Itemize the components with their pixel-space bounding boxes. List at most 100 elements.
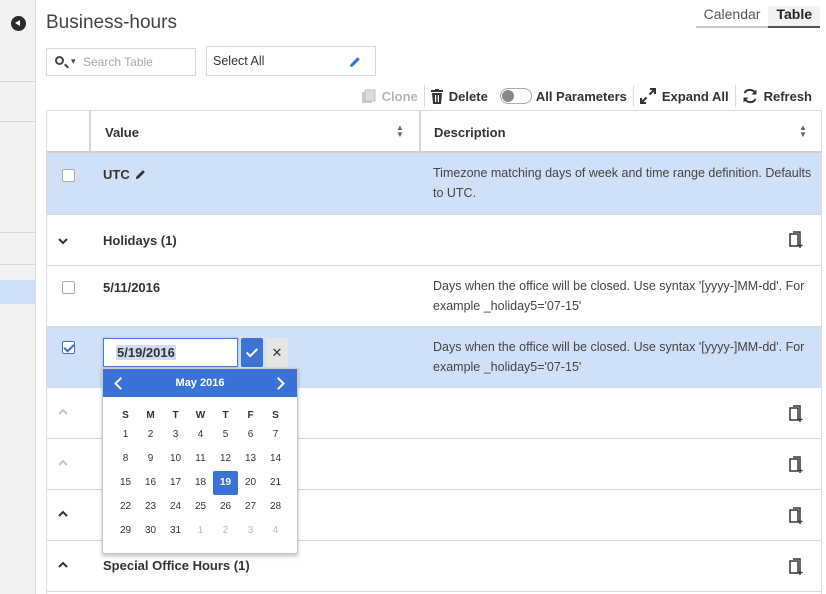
weekday-label: S xyxy=(122,410,129,421)
table-header: Value ▲ ▼ Description ▲ ▼ xyxy=(47,111,821,153)
weekday-label: S xyxy=(272,410,279,421)
row-checkbox[interactable] xyxy=(62,169,75,182)
calendar-day[interactable]: 9 xyxy=(138,447,163,471)
pencil-icon[interactable] xyxy=(349,56,361,68)
calendar-day[interactable]: 10 xyxy=(163,447,188,471)
all-parameters-toggle[interactable]: All Parameters xyxy=(494,84,633,108)
clone-button[interactable]: Clone xyxy=(355,84,424,108)
calendar-day[interactable]: 6 xyxy=(238,423,263,447)
chevron-down-icon[interactable] xyxy=(57,235,69,247)
add-clone-icon[interactable] xyxy=(787,507,803,525)
calendar-day-selected[interactable]: 19 xyxy=(213,471,238,495)
date-picker-header: May 2016 xyxy=(103,369,297,397)
calendar-day[interactable]: 3 xyxy=(163,423,188,447)
trash-icon xyxy=(430,88,443,104)
add-clone-icon[interactable] xyxy=(787,231,803,249)
date-input[interactable]: 5/19/2016 xyxy=(103,338,238,367)
add-clone-icon[interactable] xyxy=(787,558,803,576)
add-clone-icon[interactable] xyxy=(787,456,803,474)
calendar-week: 8 9 10 11 12 13 14 xyxy=(113,447,288,471)
section-row-holidays[interactable]: Holidays (1) xyxy=(47,215,821,266)
calendar-day[interactable]: 24 xyxy=(163,495,188,519)
calendar-day[interactable]: 17 xyxy=(163,471,188,495)
calendar-day[interactable]: 27 xyxy=(238,495,263,519)
refresh-button[interactable]: Refresh xyxy=(736,84,818,108)
calendar-day[interactable]: 8 xyxy=(113,447,138,471)
chevron-down-icon[interactable]: ▾ xyxy=(71,56,76,67)
calendar-day-other-month[interactable]: 4 xyxy=(263,519,288,543)
search-input[interactable] xyxy=(81,52,191,72)
sort-icon[interactable]: ▲ ▼ xyxy=(396,124,404,139)
calendar-day-other-month[interactable]: 2 xyxy=(213,519,238,543)
calendar-day[interactable]: 7 xyxy=(263,423,288,447)
delete-button[interactable]: Delete xyxy=(425,84,494,108)
calendar-day[interactable]: 26 xyxy=(213,495,238,519)
calendar-day[interactable]: 13 xyxy=(238,447,263,471)
table-row[interactable]: UTC Timezone matching days of week and t… xyxy=(47,153,821,215)
sidebar-selected-item[interactable] xyxy=(0,280,36,304)
calendar-day[interactable]: 22 xyxy=(113,495,138,519)
all-parameters-label: All Parameters xyxy=(535,88,627,104)
expand-icon xyxy=(639,88,656,104)
calendar-week: 15 16 17 18 19 20 21 xyxy=(113,471,288,495)
weekday-label: T xyxy=(222,410,229,421)
calendar-week: 1 2 3 4 5 6 7 xyxy=(113,423,288,447)
tab-table[interactable]: Table xyxy=(768,6,820,28)
row-value: 5/11/2016 xyxy=(103,280,161,295)
back-arrow-icon[interactable] xyxy=(11,16,26,31)
calendar-day-other-month[interactable]: 1 xyxy=(188,519,213,543)
add-clone-icon[interactable] xyxy=(787,405,803,423)
sidebar-divider xyxy=(0,264,36,265)
calendar-day[interactable]: 1 xyxy=(113,423,138,447)
table-row[interactable]: 5/11/2016 Days when the office will be c… xyxy=(47,266,821,327)
expand-all-button[interactable]: Expand All xyxy=(634,84,735,108)
calendar-day[interactable]: 4 xyxy=(188,423,213,447)
calendar-day[interactable]: 20 xyxy=(238,471,263,495)
chevron-up-icon[interactable] xyxy=(57,406,69,418)
calendar-day-other-month[interactable]: 3 xyxy=(238,519,263,543)
chevron-up-icon[interactable] xyxy=(57,457,69,469)
refresh-icon xyxy=(743,88,757,104)
calendar-day[interactable]: 18 xyxy=(188,471,213,495)
calendar-day[interactable]: 29 xyxy=(113,519,138,543)
date-picker-grid: S M T W T F S 1 2 3 4 5 6 7 8 9 10 11 12… xyxy=(113,409,288,543)
chevron-up-icon[interactable] xyxy=(57,559,69,571)
sort-icon[interactable]: ▲ ▼ xyxy=(799,124,807,139)
select-all-dropdown[interactable]: Select All xyxy=(206,46,376,76)
calendar-day[interactable]: 14 xyxy=(263,447,288,471)
search-icon[interactable] xyxy=(55,56,64,65)
toolbar: Clone Delete All Parameters Expand All R… xyxy=(355,84,818,108)
chevron-up-icon[interactable] xyxy=(57,508,69,520)
row-checkbox[interactable] xyxy=(62,281,75,294)
description-column-header[interactable]: Description xyxy=(434,125,506,140)
calendar-day[interactable]: 28 xyxy=(263,495,288,519)
calendar-day[interactable]: 12 xyxy=(213,447,238,471)
calendar-day[interactable]: 31 xyxy=(163,519,188,543)
calendar-day[interactable]: 30 xyxy=(138,519,163,543)
calendar-day[interactable]: 21 xyxy=(263,471,288,495)
calendar-day[interactable]: 25 xyxy=(188,495,213,519)
value-column-header[interactable]: Value xyxy=(105,125,139,140)
tab-calendar[interactable]: Calendar xyxy=(695,6,769,28)
toggle-switch[interactable] xyxy=(499,88,532,104)
calendar-day[interactable]: 11 xyxy=(188,447,213,471)
calendar-day[interactable]: 2 xyxy=(138,423,163,447)
pencil-icon[interactable] xyxy=(135,169,146,180)
expand-all-label: Expand All xyxy=(661,88,729,104)
confirm-button[interactable] xyxy=(241,338,263,367)
row-value: UTC xyxy=(103,167,146,182)
weekday-label: M xyxy=(146,410,155,421)
left-sidebar xyxy=(0,0,36,594)
cancel-button[interactable]: ✕ xyxy=(266,338,288,367)
row-checkbox[interactable] xyxy=(62,341,75,354)
column-divider xyxy=(89,111,91,151)
date-picker-popup: May 2016 S M T W T F S 1 2 3 4 5 6 7 8 9… xyxy=(102,368,298,554)
chevron-right-icon[interactable] xyxy=(273,374,289,392)
refresh-label: Refresh xyxy=(763,88,812,104)
calendar-day[interactable]: 15 xyxy=(113,471,138,495)
section-label: Holidays (1) xyxy=(103,233,177,248)
calendar-day[interactable]: 5 xyxy=(213,423,238,447)
calendar-day[interactable]: 23 xyxy=(138,495,163,519)
month-label[interactable]: May 2016 xyxy=(103,377,297,389)
calendar-day[interactable]: 16 xyxy=(138,471,163,495)
